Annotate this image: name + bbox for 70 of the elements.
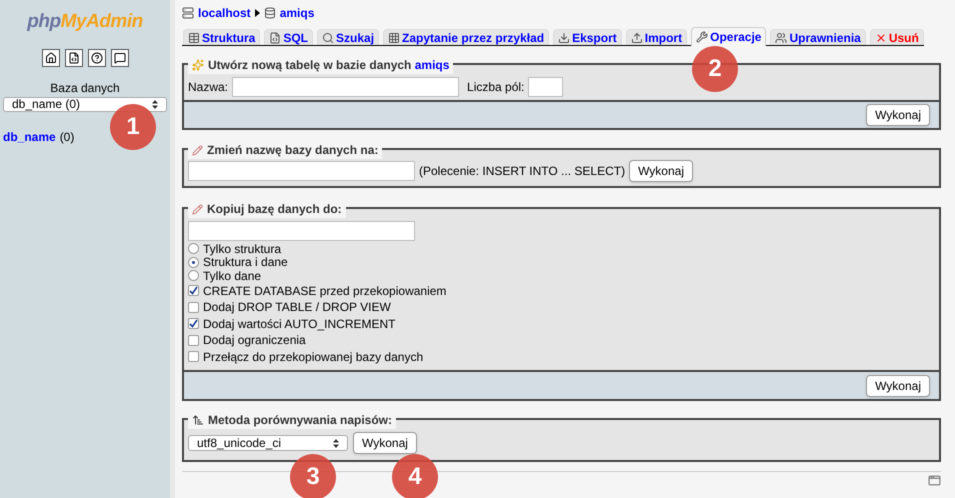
radio-button[interactable]: [188, 256, 199, 268]
execute-button[interactable]: Wykonaj: [353, 432, 417, 454]
radio-button[interactable]: [188, 270, 199, 282]
section-title: Kopiuj bazę danych do:: [207, 201, 342, 218]
database-select[interactable]: db_name (0): [3, 96, 167, 112]
sql-icon: [269, 32, 282, 44]
database-link[interactable]: db_name: [3, 128, 56, 146]
checkbox[interactable]: [188, 318, 199, 330]
select-arrows-icon: [152, 100, 158, 108]
select-arrows-icon: [333, 438, 339, 448]
chat-icon[interactable]: [110, 48, 128, 66]
table-name-field[interactable]: [232, 77, 460, 97]
table-icon: [188, 32, 200, 44]
pencil-icon: [192, 204, 203, 214]
option-label: Tylko struktura: [203, 240, 282, 257]
table-count: (0): [60, 128, 74, 146]
checkbox[interactable]: [188, 334, 199, 346]
pencil-icon: [192, 144, 203, 156]
execute-button[interactable]: Wykonaj: [866, 104, 930, 126]
option-label: Dodaj wartości AUTO_INCREMENT: [203, 316, 396, 333]
breadcrumb-arrow-icon: [254, 9, 260, 17]
section-title: Utwórz nową tabelę w bazie danych amiqs: [208, 57, 450, 74]
home-icon[interactable]: [42, 48, 60, 66]
tab[interactable]: Zapytanie przez przykład: [383, 29, 550, 45]
tab[interactable]: Import: [626, 29, 688, 45]
step-marker: 2: [692, 46, 738, 92]
sort-icon: [192, 414, 204, 426]
sql-icon[interactable]: [64, 48, 82, 66]
collation-select[interactable]: utf8_unicode_ci: [188, 435, 348, 451]
database-label: Baza danych: [50, 80, 120, 96]
upload-icon: [630, 32, 643, 44]
cross-icon: [874, 32, 887, 44]
option-label: Dodaj ograniczenia: [203, 332, 306, 350]
step-marker: 3: [290, 454, 336, 498]
option-label: Przełącz do przekopiowanej bazy danych: [203, 348, 424, 366]
server-icon: [182, 7, 194, 19]
execute-button[interactable]: Wykonaj: [629, 160, 693, 182]
option-label: Dodaj DROP TABLE / DROP VIEW: [203, 299, 391, 316]
window-icon[interactable]: [928, 474, 941, 487]
option-label: CREATE DATABASE przed przekopiowaniem: [203, 282, 446, 300]
database-link[interactable]: amiqs: [280, 4, 314, 22]
tab[interactable]: SQL: [264, 29, 314, 45]
tab[interactable]: Szukaj: [317, 29, 380, 45]
field-count-label: Liczba pól:: [467, 79, 524, 96]
new-table-icon: [192, 59, 204, 71]
tab[interactable]: Operacje: [691, 27, 766, 46]
tools-icon: [696, 31, 708, 43]
magnifier-icon: [322, 32, 334, 44]
checkbox[interactable]: [188, 285, 199, 296]
section-title: Metoda porównywania napisów:: [208, 412, 392, 429]
name-label: Nazwa:: [188, 79, 228, 96]
execute-button[interactable]: Wykonaj: [866, 374, 930, 396]
help-icon[interactable]: [88, 48, 106, 66]
download-icon: [558, 32, 570, 44]
tab[interactable]: Eksport: [553, 29, 622, 45]
checkbox[interactable]: [188, 351, 199, 362]
command-note: (Polecenie: INSERT INTO ... SELECT): [419, 163, 626, 180]
checkbox[interactable]: [188, 302, 199, 313]
tab[interactable]: Uprawnienia: [770, 29, 866, 45]
field-count-field[interactable]: [528, 77, 564, 97]
radio-button[interactable]: [188, 243, 199, 254]
database-icon: [264, 7, 276, 19]
target-name-field[interactable]: [188, 221, 415, 241]
grid-icon: [388, 32, 400, 44]
section-title: Zmień nazwę bazy danych na:: [207, 142, 378, 159]
new-name-field[interactable]: [188, 161, 415, 181]
server-link[interactable]: localhost: [198, 4, 251, 22]
users-icon: [775, 32, 788, 44]
tab[interactable]: Struktura: [183, 29, 260, 45]
step-marker: 4: [392, 454, 438, 498]
